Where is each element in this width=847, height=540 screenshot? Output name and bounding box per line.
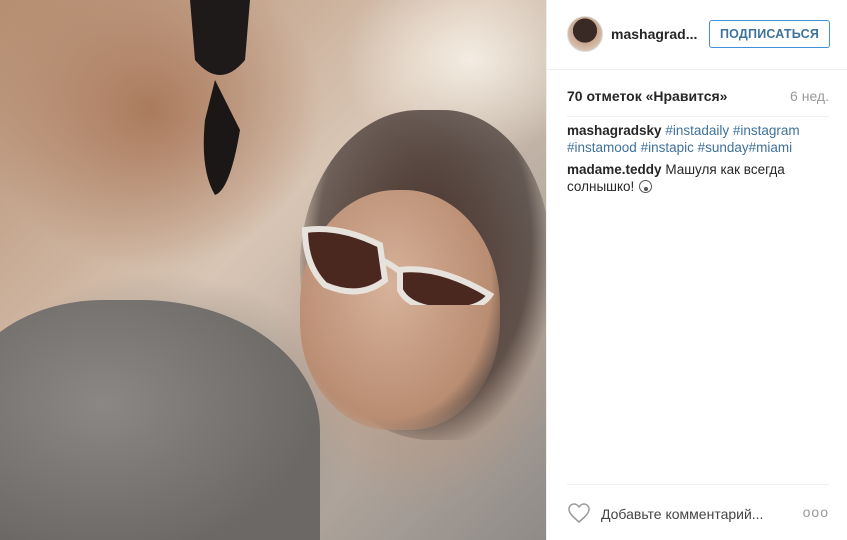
likes-count[interactable]: 70 отметок «Нравится» [567, 88, 727, 104]
post-footer: ooo [567, 500, 829, 530]
post-header: mashagrad... ПОДПИСАТЬСЯ [547, 0, 847, 70]
heart-icon[interactable] [567, 501, 591, 525]
hashtag-link[interactable]: #instagram [733, 123, 800, 138]
divider [567, 116, 829, 117]
comment-item: madame.teddy Машуля как всегда солнышко! [567, 161, 829, 195]
more-options-icon[interactable]: ooo [803, 504, 829, 520]
post-age[interactable]: 6 нед. [790, 88, 829, 104]
avatar[interactable] [567, 16, 603, 52]
divider [567, 484, 829, 485]
likes-row: 70 отметок «Нравится» 6 нед. [567, 88, 829, 108]
comment-input[interactable] [601, 503, 801, 525]
post-photo[interactable] [0, 0, 546, 540]
hashtag-link[interactable]: #instapic [641, 140, 694, 155]
comment-username[interactable]: madame.teddy [567, 162, 662, 177]
comments-list: mashagradsky #instadaily #instagram #ins… [567, 122, 829, 200]
hashtag-link[interactable]: #instadaily [665, 123, 729, 138]
caption-username[interactable]: mashagradsky [567, 123, 662, 138]
follow-button[interactable]: ПОДПИСАТЬСЯ [709, 20, 830, 48]
photo-shirt [0, 300, 320, 540]
post-username[interactable]: mashagrad... [611, 26, 697, 42]
caption: mashagradsky #instadaily #instagram #ins… [567, 122, 829, 156]
photo-sunglasses-woman [301, 226, 495, 305]
photo-sunglasses-man [190, 0, 250, 195]
hashtag-link[interactable]: #sunday [698, 140, 749, 155]
surprised-emoji-icon [639, 180, 653, 193]
hashtag-link[interactable]: #instamood [567, 140, 637, 155]
post-sidebar: mashagrad... ПОДПИСАТЬСЯ 70 отметок «Нра… [546, 0, 847, 540]
hashtag-link[interactable]: #miami [749, 140, 793, 155]
